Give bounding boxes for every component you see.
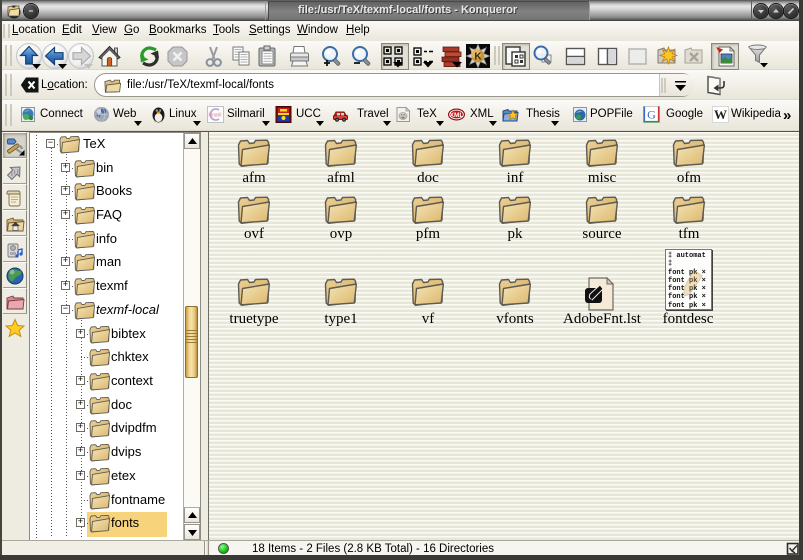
svg-text:ilmaril: ilmaril: [208, 113, 221, 119]
svg-text:K: K: [474, 52, 482, 63]
svg-text:G: G: [647, 108, 656, 122]
svg-text:XML: XML: [450, 112, 464, 119]
svg-text:W: W: [714, 107, 727, 122]
